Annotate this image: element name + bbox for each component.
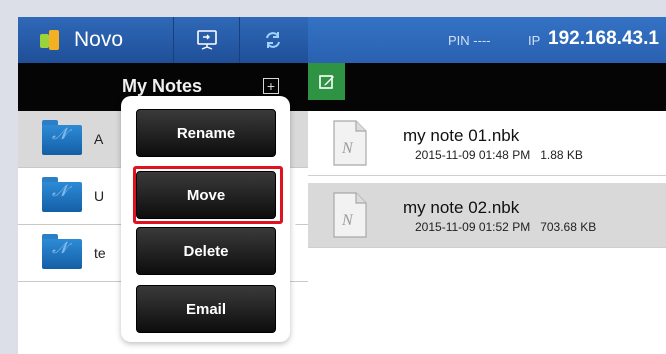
file-row[interactable]: N my note 01.nbk 2015-11-09 01:48 PM 1.88… xyxy=(308,111,666,176)
app-title: Novo xyxy=(74,28,124,51)
refresh-icon xyxy=(266,32,280,48)
brand: Novo xyxy=(18,17,173,63)
rename-button[interactable]: Rename xyxy=(136,109,276,157)
files-panel-header xyxy=(308,63,666,111)
email-button[interactable]: Email xyxy=(136,285,276,333)
svg-text:N: N xyxy=(341,140,354,157)
refresh-button[interactable] xyxy=(240,17,306,63)
app-frame: Novo PIN ---- IP 192.168.43.1 My Notes +… xyxy=(0,0,666,354)
novo-logo-icon xyxy=(40,28,62,52)
files-panel: N my note 01.nbk 2015-11-09 01:48 PM 1.88… xyxy=(308,63,666,354)
folder-label: A xyxy=(94,131,104,147)
top-bar: Novo PIN ---- IP 192.168.43.1 xyxy=(18,17,666,63)
folder-label: te xyxy=(94,245,106,261)
screen-share-icon xyxy=(196,30,217,50)
pin-display: PIN ---- xyxy=(448,33,491,48)
edit-note-icon xyxy=(318,74,334,89)
folder-label: U xyxy=(94,188,105,204)
ip-value: 192.168.43.1 xyxy=(548,28,659,49)
file-name: my note 02.nbk xyxy=(403,198,520,217)
move-button[interactable]: Move xyxy=(136,171,276,219)
folder-icon: 𝓝 xyxy=(42,120,82,158)
file-meta: 2015-11-09 01:52 PM 703.68 KB xyxy=(415,220,597,234)
file-meta: 2015-11-09 01:48 PM 1.88 KB xyxy=(415,148,583,162)
delete-button[interactable]: Delete xyxy=(136,227,276,275)
note-file-icon: N xyxy=(333,192,367,238)
connection-info: PIN ---- IP 192.168.43.1 xyxy=(308,17,666,63)
folder-icon: 𝓝 xyxy=(42,177,82,215)
note-file-icon: N xyxy=(333,120,367,166)
add-folder-icon[interactable]: + xyxy=(263,78,279,94)
file-name: my note 01.nbk xyxy=(403,126,520,145)
panel-title: My Notes xyxy=(122,76,203,96)
folder-icon: 𝓝 xyxy=(42,234,82,272)
file-row[interactable]: N my note 02.nbk 2015-11-09 01:52 PM 703.… xyxy=(308,183,666,248)
context-menu: Rename Move Delete Email xyxy=(121,96,290,342)
svg-text:N: N xyxy=(341,212,354,229)
new-note-button[interactable] xyxy=(308,63,345,100)
ip-label: IP xyxy=(528,33,541,48)
screen-share-button[interactable] xyxy=(174,17,239,63)
